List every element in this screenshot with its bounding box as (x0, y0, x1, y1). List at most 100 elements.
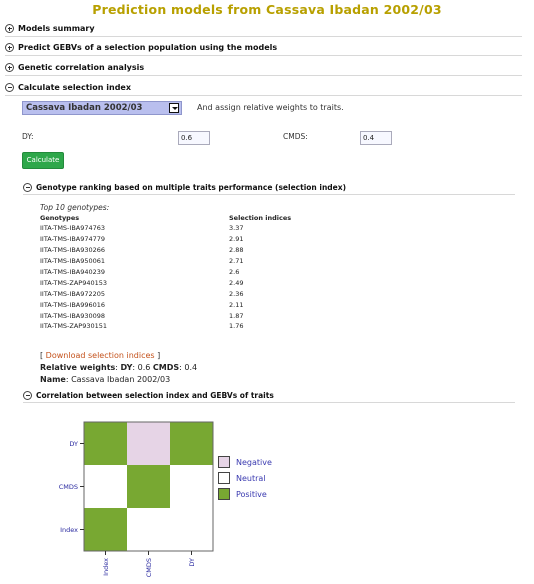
table-row: IITA-TMS-IBA996016 2.11 (40, 299, 291, 310)
table-row: IITA-TMS-IBA930098 1.87 (40, 310, 291, 321)
relative-weights-line: Relative weights: DY: 0.6 CMDS: 0.4 (40, 363, 197, 372)
weight-cmds-label: CMDS (152, 363, 180, 372)
section-genetic-correlation[interactable]: Genetic correlation analysis (5, 60, 522, 76)
table-row: IITA-TMS-IBA930266 2.88 (40, 245, 291, 256)
genotype-cell: IITA-TMS-IBA930266 (40, 246, 106, 255)
heatmap-cell-positive (127, 465, 170, 508)
legend-swatch-neutral (218, 472, 230, 484)
weight-dy-label: DY (120, 363, 133, 372)
legend-item-positive: Positive (218, 486, 272, 502)
genotype-cell: IITA-TMS-IBA972205 (40, 289, 106, 298)
table-row: IITA-TMS-ZAP930151 1.76 (40, 321, 291, 332)
heatmap-cell-neutral (127, 508, 170, 551)
x-tick-label: DY (188, 558, 196, 567)
genotype-cell: IITA-TMS-IBA974763 (40, 224, 106, 233)
table-row: IITA-TMS-IBA974763 3.37 (40, 223, 291, 234)
legend-swatch-positive (218, 488, 230, 500)
heatmap-cell-positive (84, 508, 127, 551)
col-header-indices: Selection indices (229, 214, 292, 222)
col-header-genotypes: Genotypes (40, 214, 80, 222)
genotype-cell: IITA-TMS-IBA974779 (40, 235, 106, 244)
collapse-icon[interactable] (5, 83, 14, 92)
weight-dy-value: : 0.6 (132, 363, 153, 372)
index-cell: 2.71 (229, 257, 244, 266)
population-select-value: Cassava Ibadan 2002/03 (26, 103, 143, 113)
weights-label: Relative weights (40, 363, 116, 372)
genotype-cell: IITA-TMS-IBA930098 (40, 311, 106, 320)
y-tick-label: Index (60, 526, 78, 534)
name-value: : Cassava Ibadan 2002/03 (65, 375, 171, 384)
genotype-cell: IITA-TMS-ZAP930151 (40, 322, 108, 331)
index-cell: 1.76 (229, 322, 244, 331)
index-cell: 2.11 (229, 300, 244, 309)
collapse-icon[interactable] (23, 183, 32, 192)
dy-label: DY: (22, 132, 34, 141)
genotype-cell: IITA-TMS-IBA950061 (40, 257, 106, 266)
heatmap-cell-negative (127, 422, 170, 465)
index-cell: 2.36 (229, 289, 244, 298)
section-label: Genotype ranking based on multiple trait… (36, 183, 347, 192)
correlation-heatmap: DY CMDS Index Index CMDS DY (59, 421, 214, 577)
legend-label-positive: Positive (236, 489, 267, 499)
table-row: IITA-TMS-ZAP940153 2.49 (40, 277, 291, 288)
heatmap-cell-neutral (170, 465, 213, 508)
index-cell: 2.6 (229, 268, 240, 276)
section-label: Predict GEBVs of a selection population … (18, 43, 278, 52)
x-tick-label: Index (102, 558, 110, 576)
expand-icon[interactable] (5, 43, 14, 52)
dropdown-arrow-icon[interactable] (169, 103, 179, 113)
table-row: IITA-TMS-IBA950061 2.71 (40, 256, 291, 267)
legend-label-neutral: Neutral (236, 473, 266, 483)
heatmap-cell-neutral (84, 465, 127, 508)
collapse-icon[interactable] (23, 391, 32, 400)
legend-item-negative: Negative (218, 454, 272, 470)
index-cell: 2.49 (229, 278, 244, 287)
table-row: IITA-TMS-IBA972205 2.36 (40, 288, 291, 299)
genotype-cell: IITA-TMS-ZAP940153 (40, 278, 108, 287)
table-row: IITA-TMS-IBA974779 2.91 (40, 234, 291, 245)
expand-icon[interactable] (5, 24, 14, 33)
section-predict-gebvs[interactable]: Predict GEBVs of a selection population … (5, 40, 522, 56)
legend-label-negative: Negative (236, 457, 272, 467)
index-cell: 1.87 (229, 311, 244, 320)
download-selection-indices-link[interactable]: Download selection indices (46, 351, 155, 360)
section-label: Genetic correlation analysis (18, 63, 145, 72)
calculate-button[interactable]: Calculate (22, 152, 64, 169)
heatmap-cell-positive (170, 422, 213, 465)
heatmap-cell-neutral (170, 508, 213, 551)
table-row: IITA-TMS-IBA940239 2.6 (40, 267, 291, 278)
ranking-table: Genotypes Selection indices IITA-TMS-IBA… (40, 213, 291, 332)
assign-weights-text: And assign relative weights to traits. (197, 103, 344, 112)
download-line: [ Download selection indices ] (40, 351, 160, 360)
index-cell: 2.88 (229, 246, 244, 255)
legend-item-neutral: Neutral (218, 470, 272, 486)
section-label: Calculate selection index (18, 83, 132, 92)
name-label: Name (40, 375, 66, 384)
expand-icon[interactable] (5, 63, 14, 72)
population-name-line: Name: Cassava Ibadan 2002/03 (40, 375, 170, 384)
legend-swatch-negative (218, 456, 230, 468)
heatmap-legend: Negative Neutral Positive (218, 454, 272, 502)
section-models-summary[interactable]: Models summary (5, 21, 522, 37)
page-title: Prediction models from Cassava Ibadan 20… (92, 2, 442, 17)
x-tick-label: CMDS (145, 558, 153, 577)
section-label: Models summary (18, 24, 95, 33)
cmds-label: CMDS: (283, 132, 308, 141)
index-cell: 3.37 (229, 224, 244, 233)
section-label: Correlation between selection index and … (36, 391, 274, 400)
y-tick-label: DY (69, 440, 78, 448)
dy-weight-input[interactable]: 0.6 (178, 131, 210, 145)
top10-label: Top 10 genotypes: (40, 203, 110, 212)
index-cell: 2.91 (229, 235, 244, 244)
section-genotype-ranking[interactable]: Genotype ranking based on multiple trait… (23, 181, 515, 195)
section-selection-index[interactable]: Calculate selection index (5, 80, 522, 96)
genotype-cell: IITA-TMS-IBA996016 (40, 300, 106, 309)
population-select[interactable]: Cassava Ibadan 2002/03 (22, 101, 182, 115)
cmds-weight-input[interactable]: 0.4 (360, 131, 392, 145)
heatmap-cell-positive (84, 422, 127, 465)
download-bracket-close: ] (154, 351, 161, 360)
genotype-cell: IITA-TMS-IBA940239 (40, 268, 106, 276)
y-tick-label: CMDS (59, 483, 78, 491)
weight-cmds-value: : 0.4 (179, 363, 198, 372)
section-correlation[interactable]: Correlation between selection index and … (23, 389, 515, 403)
